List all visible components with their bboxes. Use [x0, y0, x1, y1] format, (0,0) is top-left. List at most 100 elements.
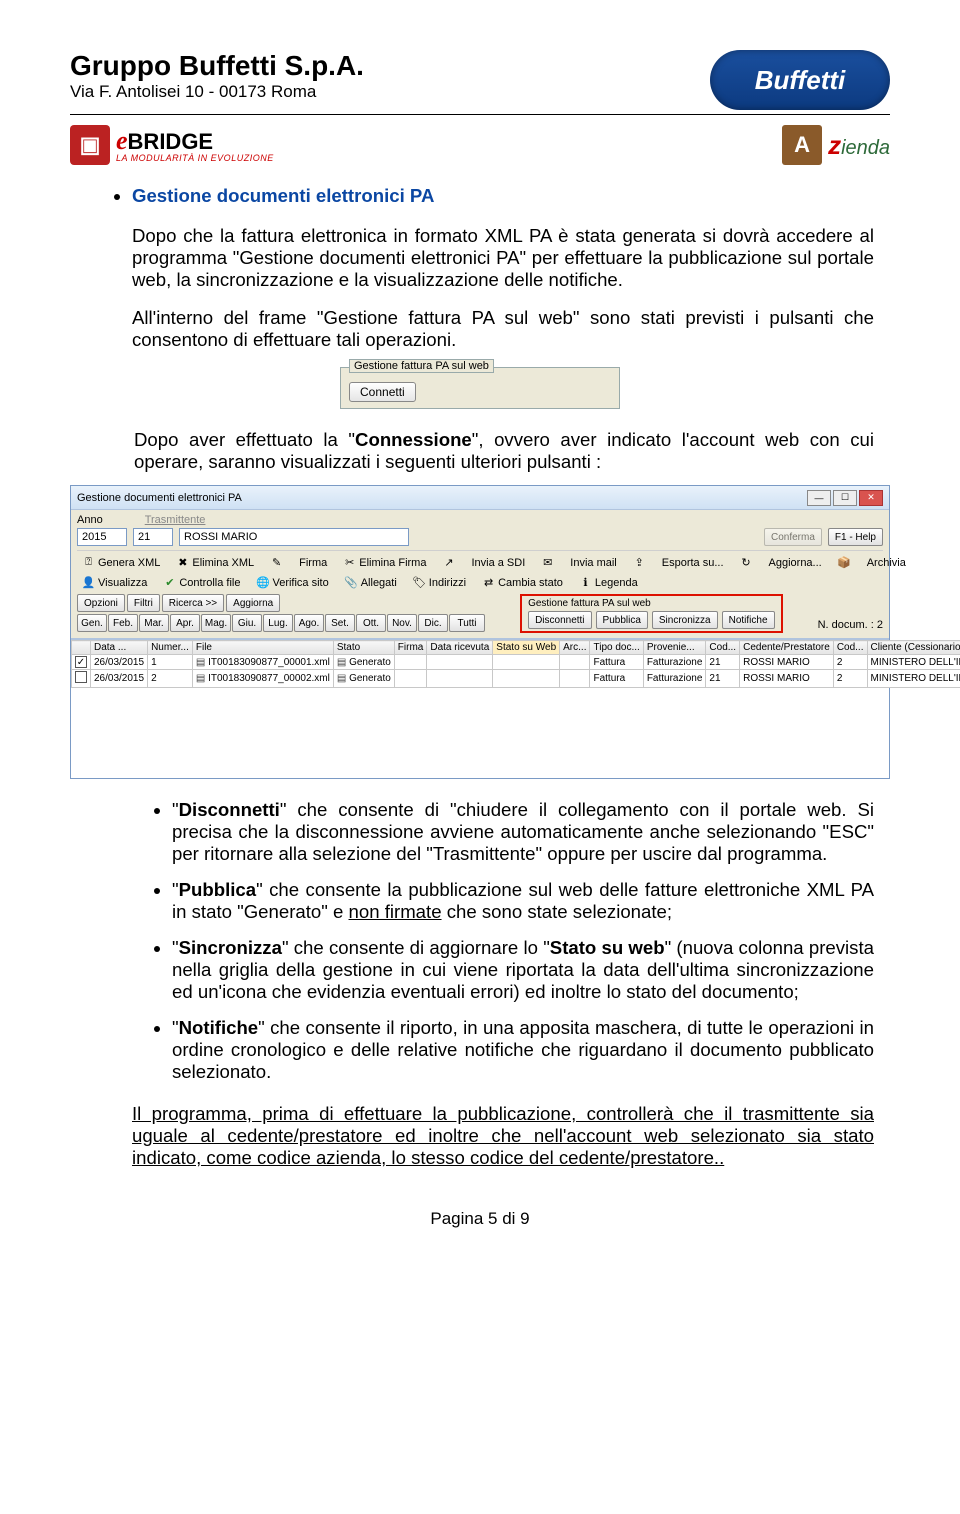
- table-row[interactable]: ✓26/03/20151▤ IT00183090877_00001.xml▤ G…: [72, 655, 960, 670]
- company-address: Via F. Antolisei 10 - 00173 Roma: [70, 82, 364, 102]
- tool-controlla-file[interactable]: ✔Controlla file: [158, 574, 245, 591]
- p3-connessione: Connessione: [355, 429, 472, 450]
- month-button[interactable]: Ago.: [294, 614, 324, 632]
- table-cell: ROSSI MARIO: [740, 655, 834, 670]
- tool-invia-sdi[interactable]: Invia a SDI: [466, 555, 530, 571]
- tool-esporta-icon[interactable]: ⇪: [628, 554, 651, 571]
- table-cell: [493, 670, 560, 688]
- minimize-button[interactable]: —: [807, 490, 831, 506]
- table-cell: [394, 655, 427, 670]
- t: ": [172, 799, 179, 820]
- table-cell: [394, 670, 427, 688]
- tool-invia-mail-icon[interactable]: ✉: [536, 554, 559, 571]
- tool-label: Visualizza: [98, 577, 147, 589]
- month-button[interactable]: Set.: [325, 614, 355, 632]
- tool-aggiorna-icon[interactable]: ↻: [735, 554, 758, 571]
- column-header[interactable]: Numer...: [148, 641, 193, 655]
- tool-label: Archivia: [867, 557, 906, 569]
- table-cell: ▤ IT00183090877_00002.xml: [192, 670, 333, 688]
- ebridge-rest: BRIDGE: [128, 129, 214, 154]
- column-header[interactable]: Cod...: [833, 641, 867, 655]
- table-cell: MINISTERO DELL'IN...: [867, 670, 960, 688]
- month-button[interactable]: Lug.: [263, 614, 293, 632]
- tool-elimina-xml[interactable]: ✖Elimina XML: [171, 554, 259, 571]
- table-cell: [72, 670, 91, 688]
- column-header[interactable]: Cedente/Prestatore: [740, 641, 834, 655]
- tool-verifica-sito[interactable]: 🌐Verifica sito: [251, 574, 333, 591]
- tool-invia-mail[interactable]: Invia mail: [565, 555, 621, 571]
- column-header[interactable]: Firma: [394, 641, 427, 655]
- maximize-button[interactable]: ☐: [833, 490, 857, 506]
- month-button[interactable]: Mar.: [139, 614, 169, 632]
- ebridge-tagline: LA MODULARITÀ IN EVOLUZIONE: [116, 154, 274, 163]
- month-button[interactable]: Tutti: [449, 614, 485, 632]
- column-header[interactable]: Data ricevuta: [427, 641, 493, 655]
- tool-archivia-icon[interactable]: 📦: [833, 554, 856, 571]
- column-header[interactable]: Stato: [333, 641, 394, 655]
- stato-su-web-bold: Stato su web: [550, 937, 665, 958]
- sincronizza-button[interactable]: Sincronizza: [652, 611, 718, 629]
- table-cell: [427, 670, 493, 688]
- column-header[interactable]: Cliente (Cessionario): [867, 641, 960, 655]
- check-icon: ✔: [163, 576, 176, 589]
- help-button[interactable]: F1 - Help: [828, 528, 883, 546]
- tool-allegati[interactable]: 📎Allegati: [340, 574, 402, 591]
- connetti-button[interactable]: Connetti: [349, 382, 416, 402]
- p3-a: Dopo aver effettuato la ": [134, 429, 355, 450]
- column-header[interactable]: Arc...: [560, 641, 590, 655]
- tool-genera-xml[interactable]: ⍰Genera XML: [77, 554, 165, 571]
- column-header[interactable]: Stato su Web: [493, 641, 560, 655]
- pubblica-button[interactable]: Pubblica: [596, 611, 648, 629]
- month-button[interactable]: Nov.: [387, 614, 417, 632]
- tool-elimina-firma[interactable]: ✂Elimina Firma: [338, 554, 431, 571]
- opzioni-button[interactable]: Opzioni: [77, 594, 125, 612]
- ricerca-button[interactable]: Ricerca >>: [162, 594, 224, 612]
- tool-edit[interactable]: ✎: [265, 554, 288, 571]
- tool-aggiorna[interactable]: Aggiorna...: [764, 555, 827, 571]
- month-button[interactable]: Giu.: [232, 614, 262, 632]
- trasmittente-label[interactable]: Trasmittente: [145, 514, 206, 526]
- month-button[interactable]: Mag.: [201, 614, 231, 632]
- tool-esporta[interactable]: Esporta su...: [657, 555, 729, 571]
- close-button[interactable]: ✕: [859, 490, 883, 506]
- table-cell: [427, 655, 493, 670]
- data-grid: Data ...Numer...FileStatoFirmaData ricev…: [71, 639, 889, 778]
- tool-visualizza[interactable]: 👤Visualizza: [77, 574, 152, 591]
- tool-archivia[interactable]: Archivia: [862, 555, 911, 571]
- notifiche-button[interactable]: Notifiche: [722, 611, 775, 629]
- month-button[interactable]: Apr.: [170, 614, 200, 632]
- trasmittente-name-field[interactable]: ROSSI MARIO: [179, 528, 409, 546]
- t: " che consente il riporto, in una apposi…: [172, 1017, 874, 1082]
- export-icon: ⇪: [633, 556, 646, 569]
- tool-label: Genera XML: [98, 557, 160, 569]
- month-button[interactable]: Dic.: [418, 614, 448, 632]
- t: che sono state selezionate;: [442, 901, 673, 922]
- aggiorna-button[interactable]: Aggiorna: [226, 594, 280, 612]
- globe-icon: 🌐: [256, 576, 269, 589]
- anno-field[interactable]: 2015: [77, 528, 127, 546]
- tool-label: Cambia stato: [498, 577, 563, 589]
- month-button[interactable]: Ott.: [356, 614, 386, 632]
- column-header[interactable]: File: [192, 641, 333, 655]
- page-footer: Pagina 5 di 9: [70, 1209, 890, 1229]
- tool-cambia-stato[interactable]: ⇄Cambia stato: [477, 574, 568, 591]
- disconnetti-button[interactable]: Disconnetti: [528, 611, 591, 629]
- table-row[interactable]: 26/03/20152▤ IT00183090877_00002.xml▤ Ge…: [72, 670, 960, 688]
- tool-label: Invia a SDI: [471, 557, 525, 569]
- user-icon: 👤: [82, 576, 95, 589]
- conferma-button[interactable]: Conferma: [764, 528, 822, 546]
- month-button[interactable]: Gen.: [77, 614, 107, 632]
- column-header[interactable]: Provenie...: [643, 641, 706, 655]
- column-header[interactable]: [72, 641, 91, 655]
- table-cell: ▤ IT00183090877_00001.xml: [192, 655, 333, 670]
- column-header[interactable]: Cod...: [706, 641, 740, 655]
- column-header[interactable]: Data ...: [91, 641, 148, 655]
- month-button[interactable]: Feb.: [108, 614, 138, 632]
- column-header[interactable]: Tipo doc...: [590, 641, 643, 655]
- paragraph-3: Dopo aver effettuato la "Connessione", o…: [134, 429, 874, 473]
- tool-indirizzi[interactable]: 🏷Indirizzi: [408, 574, 471, 591]
- filtri-button[interactable]: Filtri: [127, 594, 160, 612]
- tool-legenda[interactable]: ℹLegenda: [574, 574, 643, 591]
- trasmittente-code-field[interactable]: 21: [133, 528, 173, 546]
- tool-firma[interactable]: Firma: [294, 555, 332, 571]
